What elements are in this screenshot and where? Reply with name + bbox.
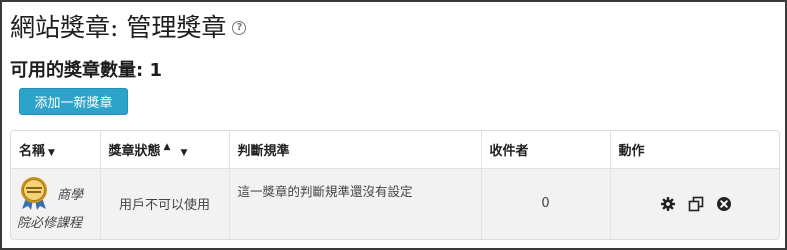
copy-icon[interactable] [688,196,704,212]
caret-up-icon: ▲ [163,142,171,153]
header-name[interactable]: 名稱 ▼ [11,131,101,169]
table-row: 商學 院必修課程 用戶不可以使用 這一獎章的判斷規準還沒有設定 0 [11,168,779,239]
add-badge-button[interactable]: 添加一新獎章 [19,88,128,115]
badge-name-cell[interactable]: 商學 院必修課程 [11,168,101,239]
badge-count: 可用的獎章數量: 1 [10,56,162,82]
page-frame: 網站獎章: 管理獎章 ? 可用的獎章數量: 1 添加一新獎章 名稱 ▼ 獎章狀態… [0,0,787,250]
gear-icon[interactable] [660,196,676,212]
table-header-row: 名稱 ▼ 獎章狀態 ▲▼ 判斷規準 收件者 動作 [11,131,779,169]
header-criteria-label: 判斷規準 [237,143,290,159]
header-status-label: 獎章狀態 [108,143,161,159]
badges-table-wrapper: 名稱 ▼ 獎章狀態 ▲▼ 判斷規準 收件者 動作 商學 院必修課程 用戶不可以使… [10,130,780,240]
badge-criteria: 這一獎章的判斷規準還沒有設定 [229,168,482,239]
page-title-row: 網站獎章: 管理獎章 ? [10,8,247,44]
badge-name-line2[interactable]: 院必修課程 [17,212,82,231]
caret-down-icon: ▼ [48,147,55,158]
delete-icon[interactable] [716,196,732,212]
badge-count-label: 可用的獎章數量: [10,60,144,81]
header-recipients-label: 收件者 [489,143,529,159]
header-name-label: 名稱 [19,143,46,159]
badges-table: 名稱 ▼ 獎章狀態 ▲▼ 判斷規準 收件者 動作 商學 院必修課程 用戶不可以使… [11,131,779,239]
page-title: 網站獎章: 管理獎章 [10,13,227,42]
badge-name-line1[interactable]: 商學 [57,184,83,203]
header-actions-label: 動作 [618,143,645,159]
badge-medal-icon[interactable] [17,176,51,211]
badge-actions [610,168,779,239]
header-criteria: 判斷規準 [229,131,482,169]
badge-status: 用戶不可以使用 [100,168,230,239]
header-actions: 動作 [610,131,779,169]
header-recipients: 收件者 [481,131,611,169]
header-status[interactable]: 獎章狀態 ▲ ▼ [100,131,230,169]
badge-recipients[interactable]: 0 [481,168,611,239]
badge-count-value: 1 [149,60,163,81]
caret-down-icon[interactable]: ▼ [180,148,187,158]
help-icon[interactable]: ? [232,20,247,35]
